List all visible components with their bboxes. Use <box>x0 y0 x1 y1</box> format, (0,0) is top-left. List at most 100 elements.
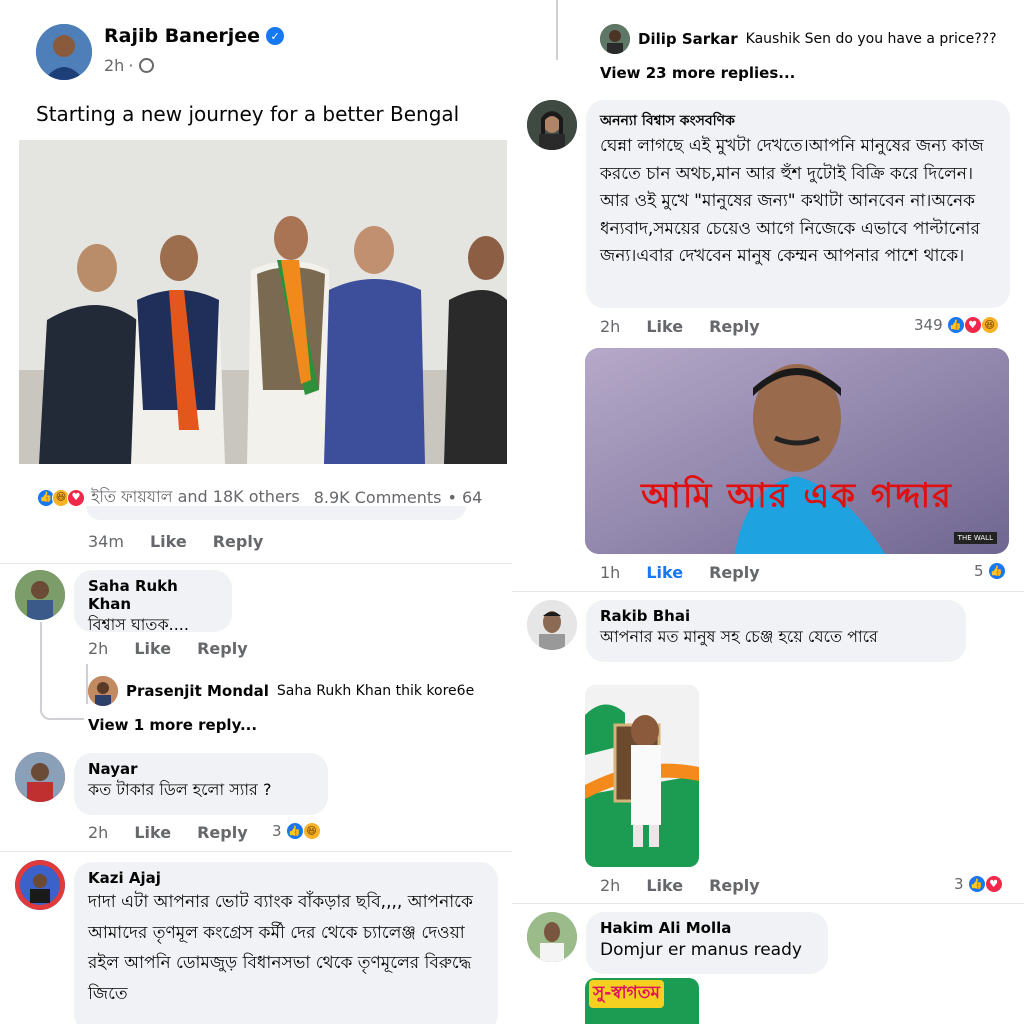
divider <box>512 591 1024 592</box>
like-button[interactable]: Like <box>150 532 187 551</box>
love-reaction-icon: ♥ <box>963 316 982 334</box>
reply-button[interactable]: Reply <box>197 639 248 658</box>
commenter-avatar[interactable] <box>15 570 65 620</box>
comment-text: দাদা এটা আপনার ভোট ব্যাংক বাঁকড়ার ছবি,,… <box>88 892 473 1004</box>
comment-banner-image[interactable]: সু-স্বাগতম <box>585 978 699 1024</box>
comment-time[interactable]: 2h <box>600 317 620 336</box>
comment-actions: 2h Like Reply <box>88 823 248 842</box>
comment-reactions[interactable]: 3 👍 😆 <box>272 822 321 840</box>
comment-text: ঘেন্না লাগছে এই মুখটা দেখতে।আপনি মানুষের… <box>600 136 984 267</box>
haha-reaction-icon: 😆 <box>980 316 999 334</box>
comment-time[interactable]: 34m <box>88 532 124 551</box>
reply-avatar <box>600 24 630 54</box>
haha-reaction-icon: 😆 <box>302 822 321 840</box>
comments-count[interactable]: 8.9K Comments <box>314 488 442 507</box>
comment-text: আপনার মত মানুষ সহ চেঞ্জ হয়ে যেতে পারে <box>600 627 878 646</box>
comment-time[interactable]: 2h <box>600 876 620 895</box>
comment-actions: 34m Like Reply <box>88 532 263 551</box>
reaction-count: 349 <box>914 316 943 334</box>
commenter-name[interactable]: অনন্যা বিশ্বাস কংসবণিক <box>600 109 996 133</box>
comment-bubble: Nayar কত টাকার ডিল হলো স্যার ? <box>74 753 328 815</box>
comment-text: Domjur er manus ready <box>600 940 802 960</box>
like-button[interactable]: Like <box>646 317 683 336</box>
comment-actions: 2h Like Reply <box>88 639 248 658</box>
commenter-name[interactable]: Hakim Ali Molla <box>600 919 814 937</box>
comment-photo[interactable] <box>585 685 699 867</box>
comment-bubble: Rakib Bhai আপনার মত মানুষ সহ চেঞ্জ হয়ে … <box>586 600 966 662</box>
like-button[interactable]: Like <box>134 823 171 842</box>
post-text: Starting a new journey for a better Beng… <box>36 102 460 126</box>
comment-time[interactable]: 1h <box>600 563 620 582</box>
reply-button[interactable]: Reply <box>213 532 264 551</box>
commenter-avatar[interactable] <box>527 100 577 150</box>
comment-reactions[interactable]: 3 👍 ♥ <box>954 875 1003 893</box>
reply-button[interactable]: Reply <box>709 876 760 895</box>
reaction-count: 5 <box>974 562 984 580</box>
like-reaction-icon: 👍 <box>946 316 965 334</box>
commenter-avatar[interactable] <box>15 752 65 802</box>
comment-actions: 2h Like Reply <box>600 876 760 895</box>
hidden-bubble-bottom <box>86 506 466 520</box>
reply-button[interactable]: Reply <box>197 823 248 842</box>
comment-bubble: Hakim Ali Molla Domjur er manus ready <box>586 912 828 974</box>
left-screenshot: Rajib Banerjee ✓ 2h · Starting a new jou… <box>0 0 512 1024</box>
comment-time[interactable]: 2h <box>88 639 108 658</box>
right-screenshot: Dilip Sarkar Kaushik Sen do you have a p… <box>512 0 1024 1024</box>
commenter-avatar[interactable] <box>15 860 65 910</box>
divider <box>0 563 512 564</box>
comment-text: বিশ্বাস ঘাতক.... <box>88 615 189 634</box>
comment-meme-image[interactable]: আমি আর এক গদ্দার THE WALL <box>585 348 1009 554</box>
comment-bubble: Kazi Ajaj দাদা এটা আপনার ভোট ব্যাংক বাঁক… <box>74 862 498 1024</box>
divider <box>0 851 512 852</box>
post-time[interactable]: 2h <box>104 56 124 75</box>
author-avatar[interactable] <box>36 24 92 80</box>
reply-text: Saha Rukh Khan thik kore6e <box>276 683 475 699</box>
view-more-replies[interactable]: View 23 more replies... <box>600 64 795 82</box>
thread-line <box>556 0 558 60</box>
post-meta: 2h · <box>104 56 155 75</box>
reply-button[interactable]: Reply <box>709 317 760 336</box>
author-name-row: Rajib Banerjee ✓ <box>104 25 285 47</box>
love-reaction-icon: ♥ <box>984 875 1003 893</box>
shares-count[interactable]: • 64 <box>447 488 482 507</box>
globe-icon <box>139 58 155 73</box>
comment-bubble: অনন্যা বিশ্বাস কংসবণিক ঘেন্না লাগছে এই ম… <box>586 100 1010 308</box>
comment-reactions[interactable]: 349 👍 ♥ 😆 <box>914 316 999 334</box>
verified-badge-icon: ✓ <box>266 27 285 45</box>
reply-preview[interactable]: Prasenjit Mondal Saha Rukh Khan thik kor… <box>88 676 474 706</box>
reply-text: Kaushik Sen do you have a price??? <box>745 31 997 47</box>
author-name[interactable]: Rajib Banerjee <box>104 25 260 47</box>
comment-time[interactable]: 2h <box>88 823 108 842</box>
commenter-name[interactable]: Kazi Ajaj <box>88 869 484 887</box>
commenter-name[interactable]: Nayar <box>88 760 314 778</box>
like-button[interactable]: Like <box>134 639 171 658</box>
comment-actions: 2h Like Reply <box>600 317 760 336</box>
meme-watermark: THE WALL <box>953 532 997 544</box>
commenter-avatar[interactable] <box>527 912 577 962</box>
commenter-name[interactable]: Saha Rukh Khan <box>88 577 218 613</box>
reply-button[interactable]: Reply <box>709 563 760 582</box>
like-reaction-icon: 👍 <box>285 822 304 840</box>
comment-reactions[interactable]: 5 👍 <box>974 562 1006 580</box>
like-reaction-icon: 👍 <box>967 875 986 893</box>
comment-actions: 1h Like Reply <box>600 563 760 582</box>
banner-text: সু-স্বাগতম <box>589 980 664 1008</box>
comment-text: কত টাকার ডিল হলো স্যার ? <box>88 780 272 799</box>
commenter-name[interactable]: Rakib Bhai <box>600 607 952 625</box>
reply-preview[interactable]: Dilip Sarkar Kaushik Sen do you have a p… <box>600 24 997 54</box>
like-button[interactable]: Like <box>646 563 683 582</box>
reply-author[interactable]: Dilip Sarkar <box>638 30 738 48</box>
love-reaction-icon: ♥ <box>67 488 85 507</box>
reply-avatar <box>88 676 118 706</box>
like-button[interactable]: Like <box>646 876 683 895</box>
reaction-count: 3 <box>272 822 282 840</box>
view-more-replies[interactable]: View 1 more reply... <box>88 716 257 734</box>
meta-dot: · <box>128 56 134 75</box>
meme-caption: আমি আর এক গদ্দার <box>641 476 953 516</box>
thread-hook <box>40 680 84 720</box>
post-photo[interactable] <box>19 140 507 464</box>
commenter-avatar[interactable] <box>527 600 577 650</box>
like-reaction-icon: 👍 <box>987 562 1006 580</box>
reply-author[interactable]: Prasenjit Mondal <box>126 682 269 700</box>
divider <box>512 903 1024 904</box>
